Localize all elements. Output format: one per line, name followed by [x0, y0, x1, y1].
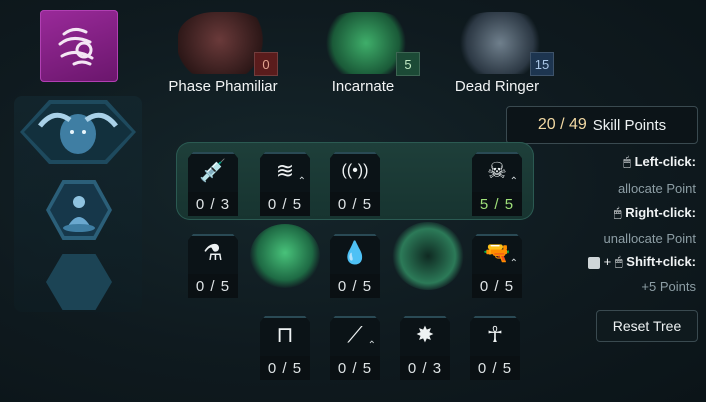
skill-tile[interactable]: ⊓ 0 / 5 [260, 316, 310, 380]
figure-icon: ☥ [486, 322, 504, 347]
syringe-icon: 💉 [199, 158, 227, 183]
mouse-icon: 🖱 [613, 205, 622, 220]
left-click-hint: 🖱 Left-click: [623, 154, 696, 169]
class-phase-phamiliar[interactable]: 0 [170, 12, 278, 76]
mouse-icon: 🖱 [623, 154, 631, 169]
skill-tile[interactable]: ☥ 0 / 5 [470, 316, 520, 380]
upgrade-chevron-icon: ⌃ [509, 176, 518, 187]
skill-tile[interactable]: ≋ ⌃ 0 / 5 [260, 152, 310, 216]
skill-tile[interactable]: ☠ ⌃ 5 / 5 [472, 152, 522, 216]
signal-icon: ((•)) [341, 162, 369, 179]
points-badge: 0 [254, 52, 278, 76]
skill-tile[interactable]: ✸ 0 / 3 [400, 316, 450, 380]
right-click-hint: 🖱 Right-click: [613, 205, 696, 220]
shift-click-hint: + 🖱 Shift+click: [588, 254, 696, 270]
skill-tile[interactable]: 💧 0 / 5 [330, 234, 380, 298]
upgrade-chevron-icon: ⌃ [367, 340, 376, 351]
skill-count: 0 / 5 [330, 356, 380, 380]
winged-figure-icon[interactable] [250, 224, 320, 288]
skill-count: 0 / 5 [260, 192, 310, 216]
shift-key-icon [588, 256, 600, 269]
skill-tile[interactable]: ((•)) 0 / 5 [330, 152, 380, 216]
skill-points-value: 20 / 49 [537, 116, 587, 133]
skill-count: 0 / 5 [330, 274, 380, 298]
class-dead-ringer[interactable]: 15 [446, 12, 554, 76]
class-label: Incarnate [331, 78, 395, 95]
class-label: Dead Ringer [454, 78, 540, 95]
skill-tile[interactable]: ⟋ ⌃ 0 / 5 [330, 316, 380, 380]
skill-tile[interactable]: 💉 0 / 3 [188, 152, 238, 216]
burst-skull-icon: ✸ [415, 322, 435, 347]
reset-tree-button[interactable]: Reset Tree [596, 310, 698, 342]
class-incarnate[interactable]: 5 [312, 12, 420, 76]
points-badge: 15 [530, 52, 554, 76]
skill-count: 0 / 5 [188, 274, 238, 298]
skill-count: 0 / 5 [330, 192, 380, 216]
upgrade-chevron-icon: ⌃ [509, 258, 518, 269]
upgrade-chevron-icon: ⌃ [297, 176, 306, 187]
right-click-desc: unallocate Point [603, 231, 696, 246]
skill-tile[interactable]: 🔫 ⌃ 0 / 5 [472, 234, 522, 298]
fanged-maw-icon[interactable] [392, 222, 464, 290]
shift-click-desc: +5 Points [641, 279, 696, 294]
class-label: Phase Phamiliar [168, 78, 278, 95]
mouse-icon: 🖱 [614, 254, 623, 269]
vial-icon: ⚗ [203, 240, 223, 265]
skill-count: 0 / 3 [188, 192, 238, 216]
points-badge: 5 [396, 52, 420, 76]
class-emblem-icon[interactable] [40, 10, 118, 82]
skill-count: 0 / 3 [400, 356, 450, 380]
left-click-desc: allocate Point [617, 181, 696, 196]
skill-points-display: 20 / 49 Skill Points [506, 106, 698, 144]
skill-tile[interactable]: ⚗ 0 / 5 [188, 234, 238, 298]
skill-count: 0 / 5 [260, 356, 310, 380]
spiral-claw-icon [58, 27, 94, 66]
skill-points-label: Skill Points [592, 116, 667, 134]
skill-count: 0 / 5 [470, 356, 520, 380]
skill-count: 5 / 5 [472, 192, 522, 216]
stamp-icon: ⊓ [276, 322, 294, 347]
skill-count: 0 / 5 [472, 274, 522, 298]
drop-icon: 💧 [341, 240, 369, 265]
